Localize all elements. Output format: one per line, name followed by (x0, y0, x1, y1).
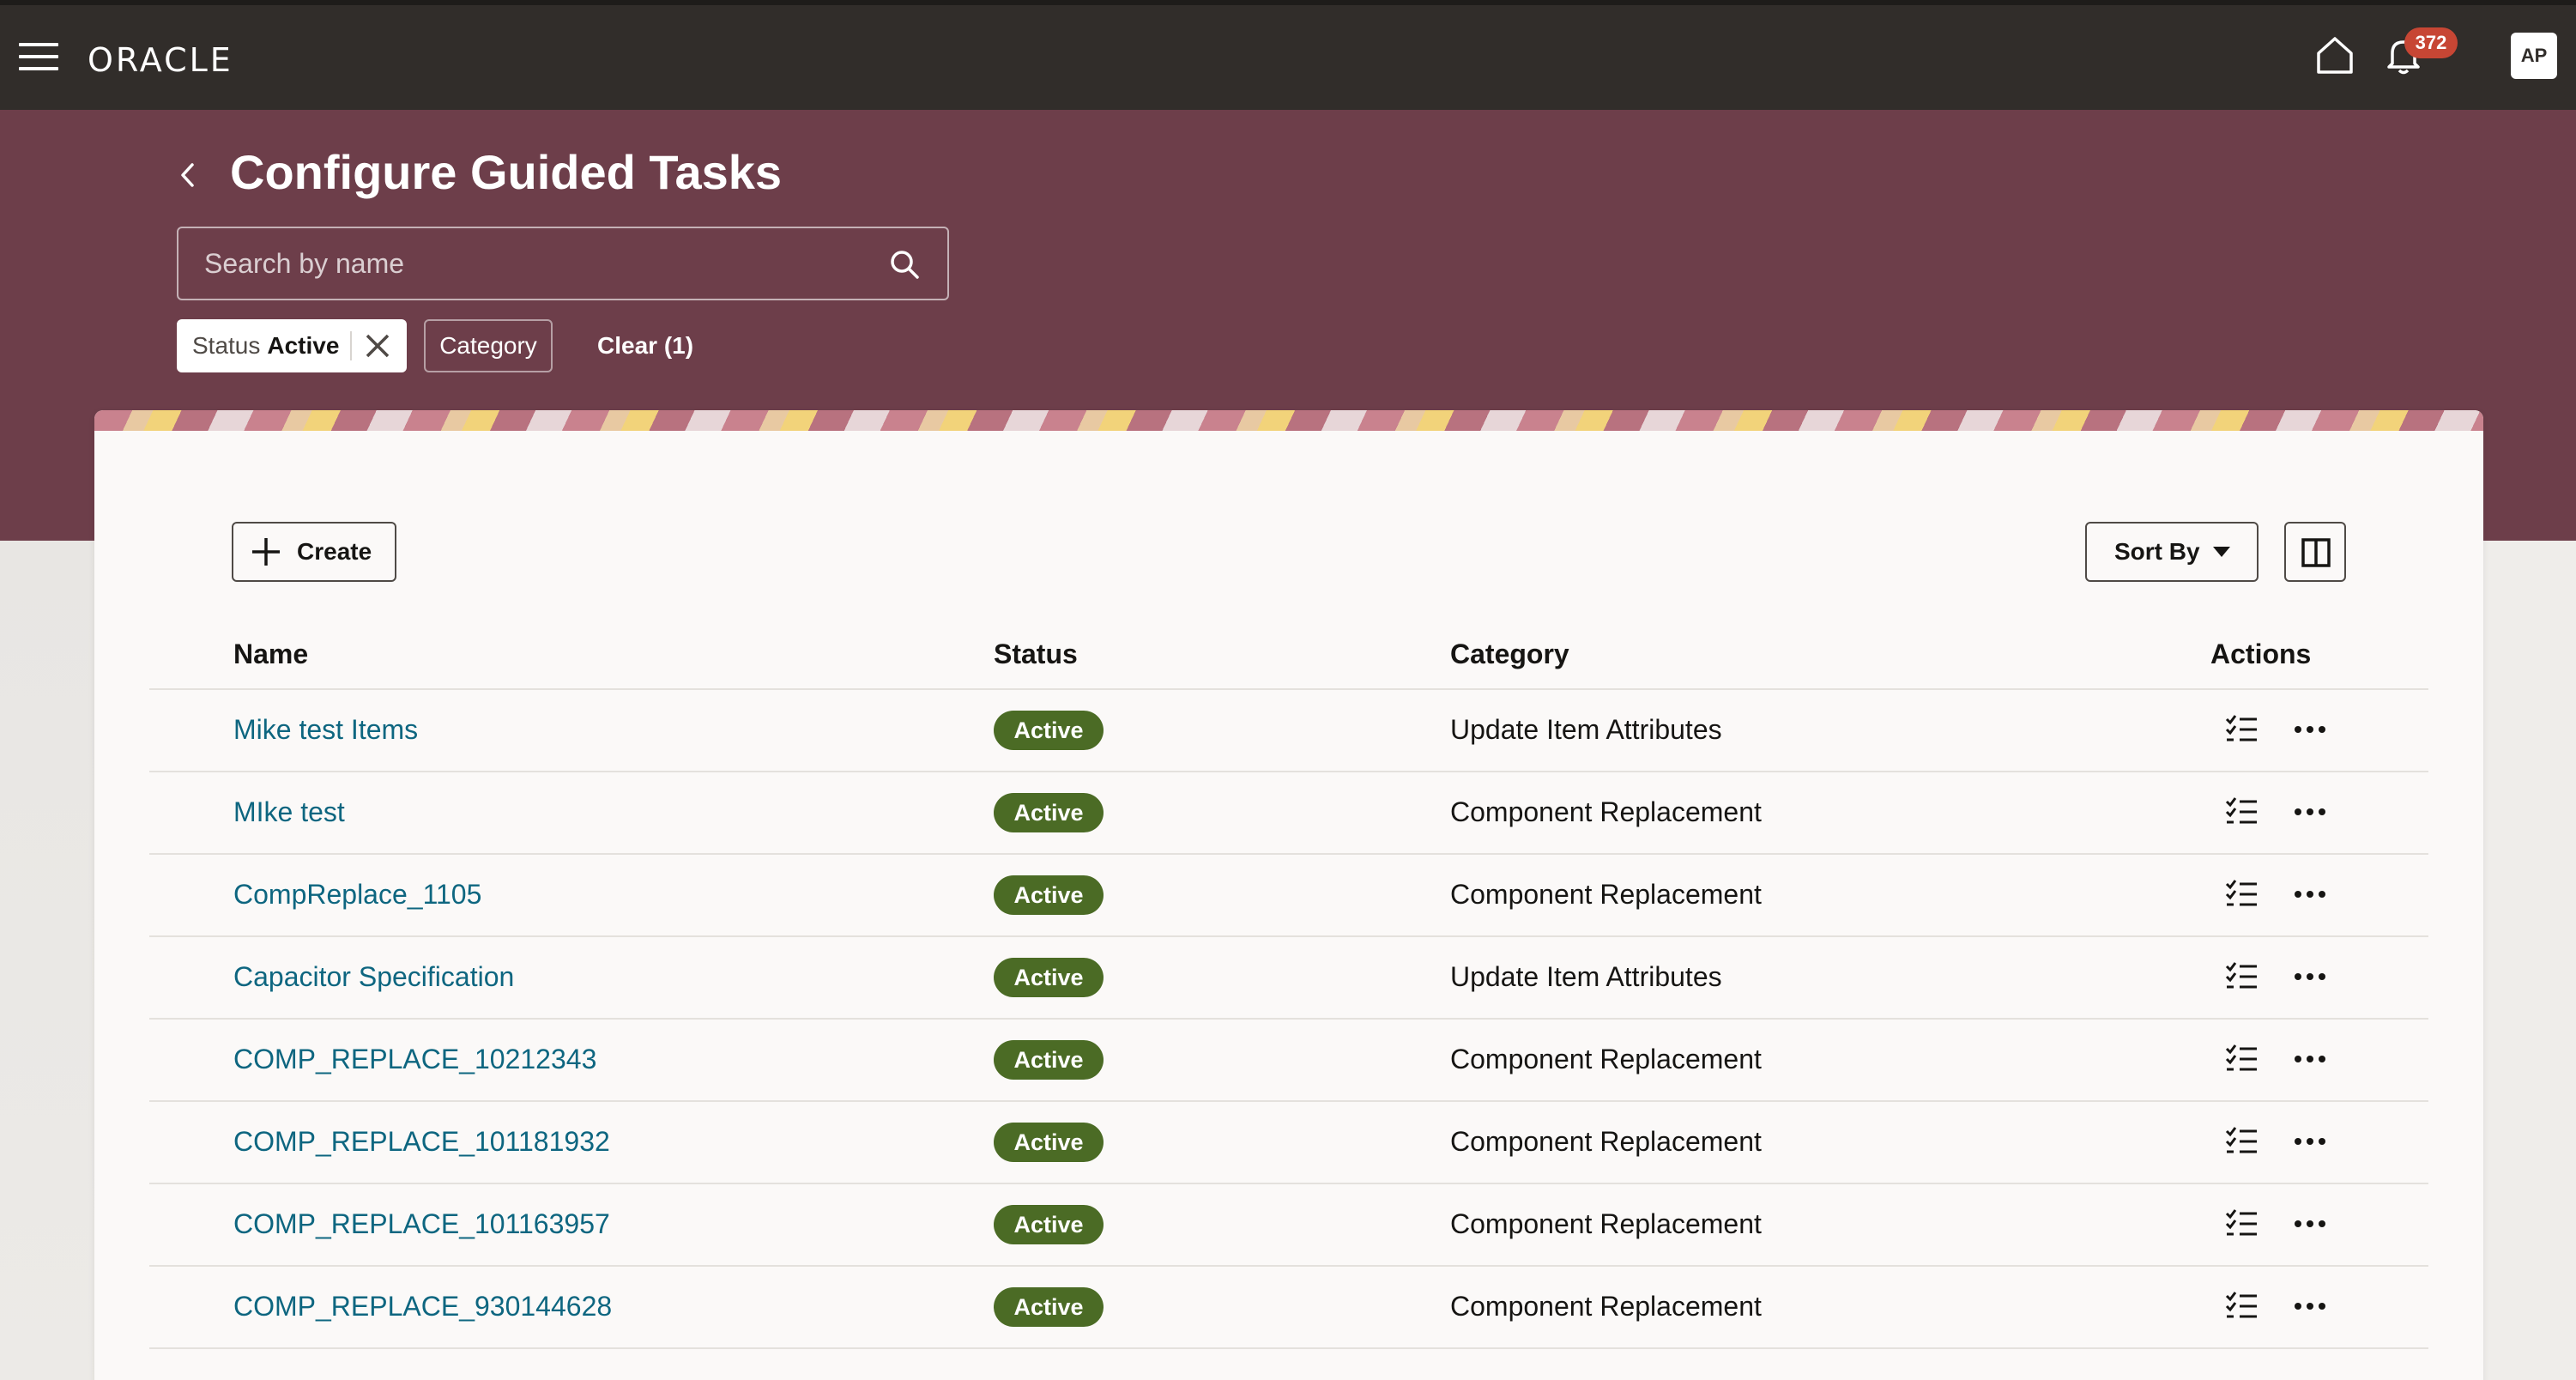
task-name-link[interactable]: COMP_REPLACE_101163957 (233, 1208, 610, 1240)
table-row: COMP_REPLACE_101163957 Active Component Re… (149, 1184, 2428, 1267)
table-body: Mike test Items Active Update Item Attribu… (149, 690, 2428, 1349)
more-options-icon[interactable] (2291, 712, 2329, 747)
background-texture-left (0, 541, 94, 1380)
table-row: MIke test Active Component Replacement (149, 772, 2428, 855)
table-row: COMP_REPLACE_10212343 Active Component Rep… (149, 1020, 2428, 1102)
table-row: COMP_REPLACE_930144628 Active Component Re… (149, 1267, 2428, 1349)
guided-tasks-table: Name Status Category Actions Mike test I… (149, 608, 2428, 1349)
checklist-icon[interactable] (2224, 1289, 2259, 1323)
category-cell: Component Replacement (1450, 879, 1762, 910)
status-badge: Active (994, 1040, 1104, 1080)
task-name-link[interactable]: COMP_REPLACE_930144628 (233, 1291, 612, 1322)
back-arrow-icon[interactable] (175, 158, 201, 192)
decorative-banner (94, 410, 2483, 431)
category-cell: Update Item Attributes (1450, 714, 1722, 745)
category-filter-chip[interactable]: Category (424, 319, 553, 372)
background-texture-right (2483, 541, 2576, 1380)
column-layout-button[interactable] (2284, 522, 2346, 582)
task-name-link[interactable]: COMP_REPLACE_101181932 (233, 1126, 610, 1158)
columns-icon (2301, 538, 2331, 567)
home-icon[interactable] (2313, 34, 2356, 76)
more-options-icon[interactable] (2291, 1124, 2329, 1159)
status-badge: Active (994, 958, 1104, 997)
status-badge: Active (994, 1205, 1104, 1244)
checklist-icon[interactable] (2224, 1124, 2259, 1159)
remove-filter-icon[interactable] (362, 330, 393, 361)
table-row: COMP_REPLACE_101181932 Active Component Re… (149, 1102, 2428, 1184)
task-name-link[interactable]: MIke test (233, 796, 345, 828)
category-cell: Component Replacement (1450, 1044, 1762, 1074)
column-header-status[interactable]: Status (994, 639, 1078, 670)
search-icon[interactable] (887, 247, 922, 281)
user-avatar[interactable]: AP (2511, 33, 2557, 79)
category-cell: Component Replacement (1450, 1208, 1762, 1239)
checklist-icon[interactable] (2224, 959, 2259, 994)
table-row: Capacitor Specification Active Update Item… (149, 937, 2428, 1020)
category-cell: Component Replacement (1450, 1126, 1762, 1157)
create-button-label: Create (297, 538, 372, 565)
status-badge: Active (994, 711, 1104, 750)
search-field[interactable] (177, 227, 949, 300)
task-name-link[interactable]: Mike test Items (233, 714, 418, 746)
checklist-icon[interactable] (2224, 1042, 2259, 1076)
status-badge: Active (994, 1287, 1104, 1327)
table-row: Mike test Items Active Update Item Attribu… (149, 690, 2428, 772)
content-card: Create Sort By Name Status Category Acti… (94, 410, 2483, 1380)
status-filter-chip[interactable]: Status Active (177, 319, 407, 372)
sort-by-button[interactable]: Sort By (2085, 522, 2259, 582)
status-badge: Active (994, 875, 1104, 915)
chip-divider (350, 331, 352, 360)
create-button[interactable]: Create (232, 522, 396, 582)
status-filter-value: Active (267, 332, 340, 359)
table-header: Name Status Category Actions (149, 608, 2428, 690)
plus-icon (252, 538, 280, 566)
more-options-icon[interactable] (2291, 795, 2329, 829)
chevron-down-icon (2213, 547, 2230, 557)
task-name-link[interactable]: CompReplace_1105 (233, 879, 481, 911)
more-options-icon[interactable] (2291, 959, 2329, 994)
sort-by-label: Sort By (2114, 538, 2200, 565)
menu-icon[interactable] (19, 43, 58, 72)
checklist-icon[interactable] (2224, 712, 2259, 747)
status-filter-label: Status (192, 332, 261, 359)
category-cell: Update Item Attributes (1450, 961, 1722, 992)
more-options-icon[interactable] (2291, 877, 2329, 911)
checklist-icon[interactable] (2224, 795, 2259, 829)
status-badge: Active (994, 793, 1104, 832)
task-name-link[interactable]: Capacitor Specification (233, 961, 514, 993)
global-header: ORACLE (0, 0, 2576, 110)
column-header-name[interactable]: Name (233, 639, 308, 670)
column-header-actions: Actions (2210, 639, 2312, 669)
checklist-icon[interactable] (2224, 1207, 2259, 1241)
page-title: Configure Guided Tasks (230, 145, 783, 199)
task-name-link[interactable]: COMP_REPLACE_10212343 (233, 1044, 596, 1075)
checklist-icon[interactable] (2224, 877, 2259, 911)
column-header-category[interactable]: Category (1450, 639, 1569, 670)
clear-filters-link[interactable]: Clear (1) (597, 319, 693, 372)
category-cell: Component Replacement (1450, 796, 1762, 827)
category-cell: Component Replacement (1450, 1291, 1762, 1322)
more-options-icon[interactable] (2291, 1289, 2329, 1323)
notification-count-badge: 372 (2404, 27, 2458, 58)
search-input[interactable] (204, 228, 874, 299)
status-badge: Active (994, 1123, 1104, 1162)
more-options-icon[interactable] (2291, 1042, 2329, 1076)
oracle-logo: ORACLE (88, 41, 233, 79)
more-options-icon[interactable] (2291, 1207, 2329, 1241)
table-row: CompReplace_1105 Active Component Replacem… (149, 855, 2428, 937)
